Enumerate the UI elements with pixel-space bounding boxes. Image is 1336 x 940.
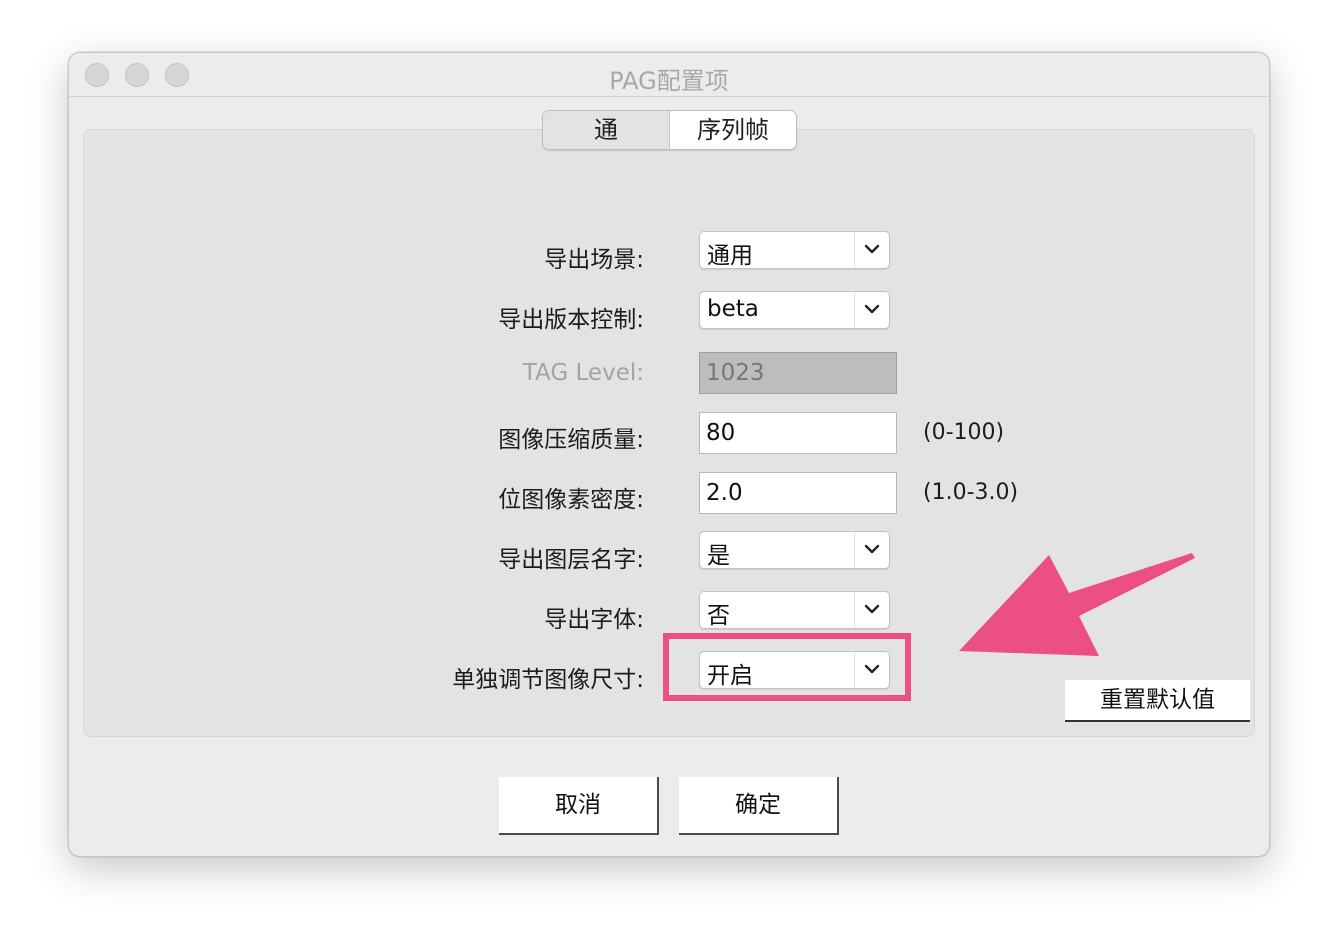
arrow-annotation-icon <box>959 553 1195 656</box>
export-scene-value: 通用 <box>707 243 753 269</box>
bitmap-density-field[interactable]: 2.0 <box>699 472 897 514</box>
tab-sequence-frame[interactable]: 序列帧 <box>670 111 796 149</box>
separate-size-select[interactable]: 开启 <box>699 651 890 689</box>
chevron-down-icon <box>854 532 889 568</box>
title-bar: PAG配置项 <box>69 53 1269 97</box>
export-scene-label: 导出场景: <box>544 247 644 273</box>
ok-button[interactable]: 确定 <box>679 777 839 835</box>
layer-names-label: 导出图层名字: <box>498 547 644 573</box>
export-fonts-select[interactable]: 否 <box>699 591 890 629</box>
image-quality-label: 图像压缩质量: <box>498 427 644 453</box>
tag-level-field: 1023 <box>699 352 897 394</box>
bitmap-density-value: 2.0 <box>706 480 743 506</box>
layer-names-select[interactable]: 是 <box>699 531 890 569</box>
tab-bar: 通用 序列帧 <box>542 110 797 150</box>
tab-general[interactable]: 通用 <box>543 111 670 149</box>
separate-size-label: 单独调节图像尺寸: <box>452 667 644 693</box>
bitmap-density-hint: (1.0-3.0) <box>923 480 1019 505</box>
export-scene-select[interactable]: 通用 <box>699 231 890 269</box>
chevron-down-icon <box>854 232 889 268</box>
image-quality-value: 80 <box>706 420 736 446</box>
separate-size-value: 开启 <box>707 663 753 689</box>
tag-level-value: 1023 <box>706 360 765 386</box>
version-control-label: 导出版本控制: <box>498 307 644 333</box>
chevron-down-icon <box>854 592 889 628</box>
version-control-value: beta <box>707 296 759 322</box>
bitmap-density-label: 位图像素密度: <box>498 487 644 513</box>
chevron-down-icon <box>854 652 889 688</box>
window-title: PAG配置项 <box>609 67 729 95</box>
image-quality-hint: (0-100) <box>923 420 1005 445</box>
chevron-down-icon <box>854 292 889 328</box>
export-fonts-value: 否 <box>707 603 730 629</box>
tag-level-label: TAG Level: <box>522 360 644 386</box>
image-quality-field[interactable]: 80 <box>699 412 897 454</box>
preferences-window: PAG配置项 通用 序列帧 导出场景: 通用 导出版本控制: beta TAG … <box>68 52 1270 857</box>
layer-names-value: 是 <box>707 543 730 569</box>
export-fonts-label: 导出字体: <box>544 607 644 633</box>
cancel-button[interactable]: 取消 <box>499 777 659 835</box>
version-control-select[interactable]: beta <box>699 291 890 329</box>
